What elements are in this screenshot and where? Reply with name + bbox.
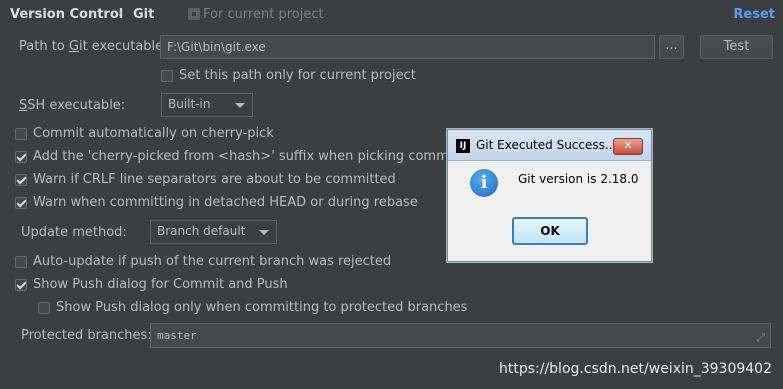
option-warn-crlf[interactable]: Warn if CRLF line separators are about t… [15,172,396,187]
option-commit-auto[interactable]: Commit automatically on cherry-pick [15,126,274,141]
project-scope-icon [188,8,200,20]
only-current-project-label: Set this path only for current project [179,68,416,83]
dialog-titlebar[interactable]: IJ Git Executed Success... ✕ [448,130,651,161]
option-label: Auto-update if push of the current branc… [33,254,392,269]
option-label: Show Push dialog only when committing to… [56,300,468,315]
git-path-label-mnemonic: G [68,39,79,54]
chevron-down-icon [259,230,269,235]
git-path-label-pre: Path to [19,39,69,54]
protected-branches-value: master [157,329,197,342]
dialog-title: Git Executed Success... [476,138,617,152]
push-protected-only-checkbox[interactable] [38,301,50,314]
protected-branches-input[interactable]: master ⤢ [150,323,771,348]
test-button[interactable]: Test [700,35,773,59]
option-auto-update[interactable]: Auto-update if push of the current branc… [15,254,391,269]
scope-label: For current project [203,7,324,22]
git-success-dialog: IJ Git Executed Success... ✕ i Git versi… [447,129,652,262]
dialog-message: Git version is 2.18.0 [518,172,639,186]
option-label: Commit automatically on cherry-pick [33,126,274,141]
show-push-dialog-checkbox[interactable] [15,278,27,291]
auto-update-checkbox[interactable] [15,255,27,268]
git-path-label-post: it executable: [78,39,168,54]
cherry-pick-suffix-checkbox[interactable] [15,150,27,163]
only-current-project-checkbox[interactable] [161,69,173,82]
watermark-text: https://blog.csdn.net/weixin_39309402 [498,361,772,377]
option-warn-detached[interactable]: Warn when committing in detached HEAD or… [15,195,418,210]
breadcrumb-separator: › [118,6,124,21]
info-icon: i [470,169,498,197]
ok-button[interactable]: OK [512,217,588,245]
expand-icon[interactable]: ⤢ [756,328,765,347]
commit-auto-checkbox[interactable] [15,127,27,140]
intellij-app-icon: IJ [456,139,470,153]
ssh-executable-dropdown[interactable]: Built-in [161,93,253,117]
protected-branches-label: Protected branches: [21,328,152,343]
browse-button[interactable]: ... [659,35,684,59]
ssh-label-post: SH executable: [27,98,126,113]
update-method-dropdown[interactable]: Branch default [150,220,277,244]
update-method-selected-value: Branch default [157,224,246,238]
ssh-label: SSH executable: [19,98,125,113]
option-label: Add the 'cherry-picked from <hash>' suff… [33,149,500,164]
option-label: Show Push dialog for Commit and Push [33,277,288,292]
update-method-label: Update method: [21,225,127,240]
chevron-down-icon [235,103,245,108]
ssh-selected-value: Built-in [168,97,211,111]
option-cherry-pick-suffix[interactable]: Add the 'cherry-picked from <hash>' suff… [15,149,500,164]
breadcrumb-current: Git [133,7,155,22]
option-label: Warn if CRLF line separators are about t… [33,172,396,187]
warn-crlf-checkbox[interactable] [15,173,27,186]
warn-detached-checkbox[interactable] [15,196,27,209]
only-current-project-option[interactable]: Set this path only for current project [161,68,416,83]
close-icon[interactable]: ✕ [613,138,643,155]
git-path-input[interactable]: F:\Git\bin\git.exe [160,35,655,59]
option-show-push-dialog[interactable]: Show Push dialog for Commit and Push [15,277,288,292]
reset-link[interactable]: Reset [733,7,775,22]
breadcrumb-root: Version Control [10,7,124,22]
option-label: Warn when committing in detached HEAD or… [33,195,418,210]
git-path-label: Path to Git executable: [19,39,168,54]
option-push-protected-only[interactable]: Show Push dialog only when committing to… [38,300,467,315]
